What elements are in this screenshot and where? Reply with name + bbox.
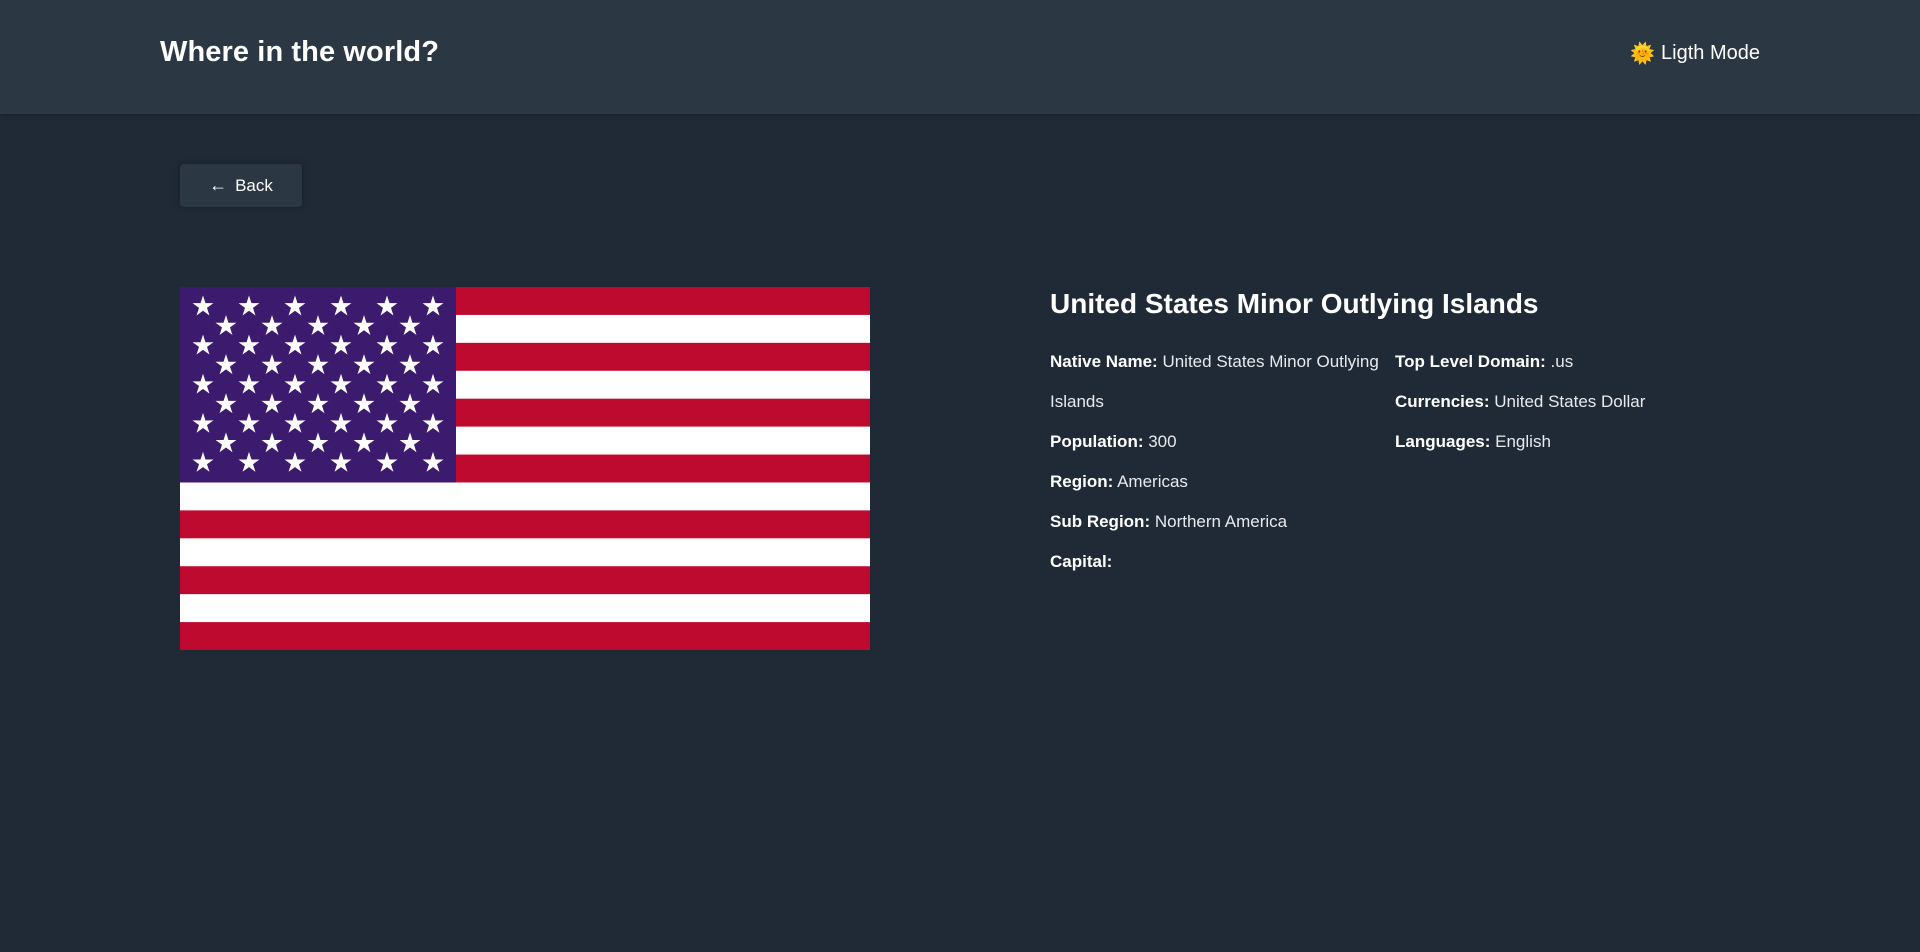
sun-icon: 🌞 bbox=[1630, 42, 1656, 65]
region-row: Region: Americas bbox=[1050, 472, 1188, 491]
top-level-domain-row: Top Level Domain: .us bbox=[1395, 352, 1574, 371]
population-row: Population: 300 bbox=[1050, 432, 1177, 451]
top-header: Where in the world? 🌞 Ligth Mode bbox=[0, 0, 1920, 114]
currencies-row: Currencies: United States Dollar bbox=[1395, 392, 1646, 411]
arrow-left-icon: ← bbox=[209, 175, 228, 195]
sub-region-row: Sub Region: Northern America bbox=[1050, 512, 1288, 531]
native-name-row: Native Name: United States Minor Outlyin… bbox=[1050, 352, 1379, 411]
back-button-label: Back bbox=[235, 175, 273, 195]
country-name: United States Minor Outlying Islands bbox=[1050, 288, 1539, 319]
languages-row: Languages: English bbox=[1395, 432, 1551, 451]
capital-row: Capital: bbox=[1050, 552, 1113, 571]
country-details: United States Minor Outlying Islands Nat… bbox=[1050, 286, 1750, 582]
app-title: Where in the world? bbox=[160, 36, 440, 68]
theme-toggle-button[interactable]: 🌞 Ligth Mode bbox=[1630, 42, 1760, 65]
country-flag-image bbox=[180, 287, 870, 650]
us-flag-icon bbox=[180, 287, 870, 650]
details-column-primary: Native Name: United States Minor Outlyin… bbox=[1050, 342, 1395, 582]
back-button[interactable]: ← Back bbox=[180, 164, 302, 207]
theme-toggle-label: Ligth Mode bbox=[1661, 42, 1760, 64]
details-column-secondary: Top Level Domain: .us Currencies: United… bbox=[1395, 342, 1750, 582]
